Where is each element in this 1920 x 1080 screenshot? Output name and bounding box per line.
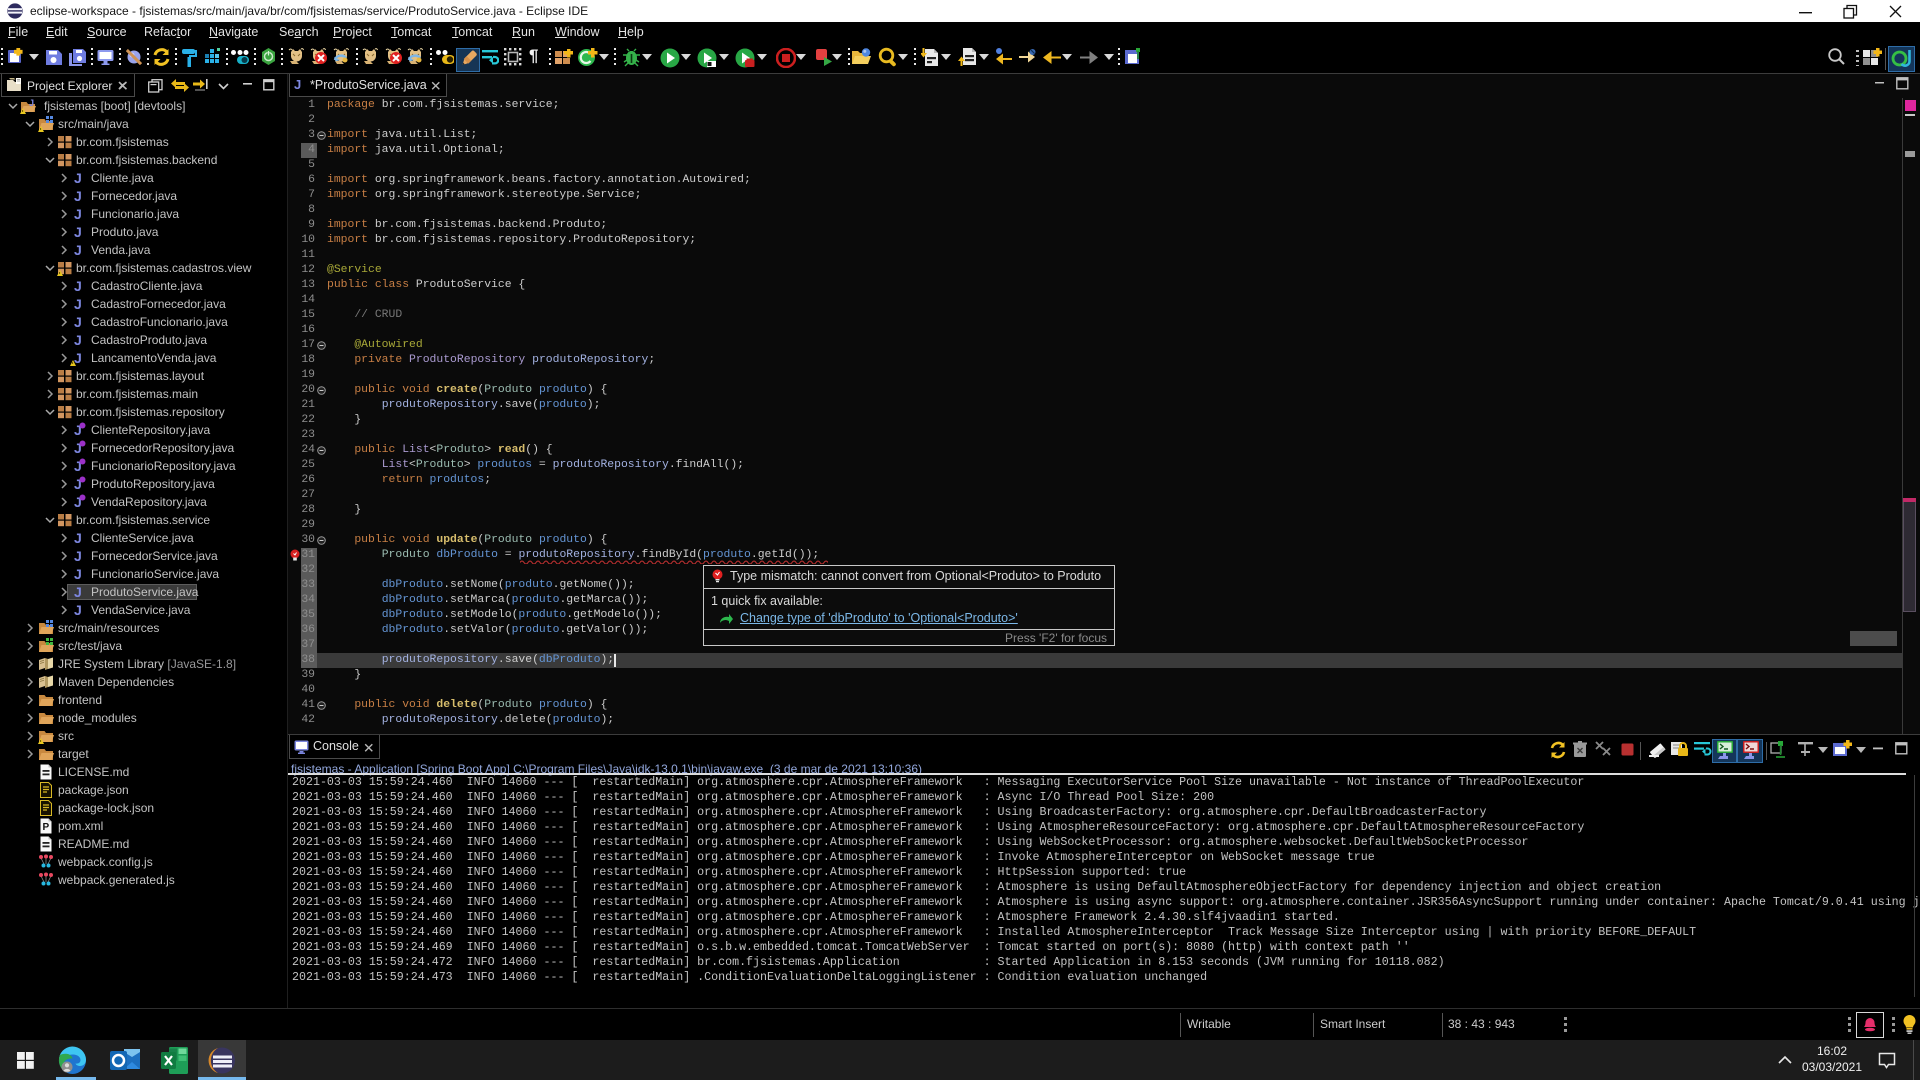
svg-text:J: J bbox=[74, 530, 82, 546]
svg-text:J: J bbox=[74, 206, 82, 222]
svg-text:J: J bbox=[74, 602, 82, 618]
svg-text:J: J bbox=[74, 242, 82, 258]
svg-text:J: J bbox=[74, 296, 82, 312]
svg-text:J: J bbox=[74, 566, 82, 582]
svg-text:J: J bbox=[29, 98, 34, 108]
svg-text:J: J bbox=[74, 188, 82, 204]
svg-text:J: J bbox=[74, 350, 82, 366]
svg-text:P: P bbox=[43, 822, 50, 833]
svg-text:J: J bbox=[74, 548, 82, 564]
svg-text:J: J bbox=[74, 224, 82, 240]
svg-text:J: J bbox=[74, 278, 82, 294]
svg-text:J: J bbox=[74, 314, 82, 330]
svg-text:J: J bbox=[74, 170, 82, 186]
svg-text:J: J bbox=[74, 584, 82, 600]
svg-text:J: J bbox=[74, 332, 82, 348]
